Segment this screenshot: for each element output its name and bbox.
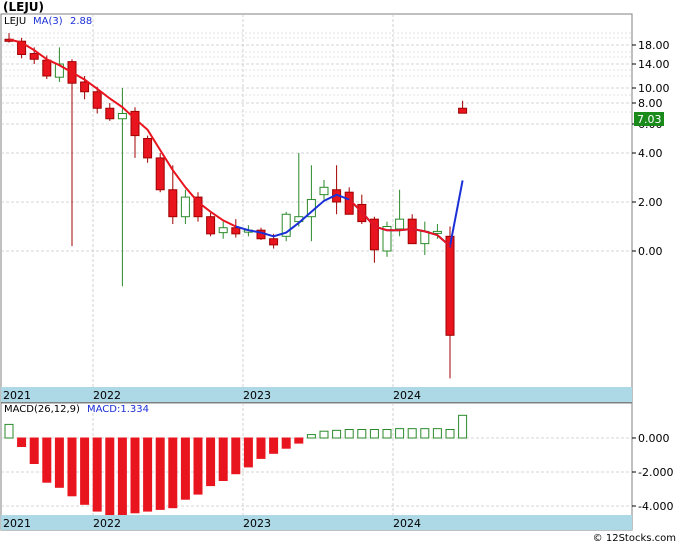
macd-legend-value: MACD:1.334 [87, 404, 149, 415]
macd-bar [231, 437, 241, 475]
macd-y-tick-label: 0.000 [638, 432, 670, 445]
macd-y-tick-label: -2.000 [638, 466, 673, 479]
price-y-tick-label: 4.00 [638, 147, 663, 160]
stock-chart-svg: 18.0014.0010.008.006.004.002.000.00 2021… [0, 13, 673, 531]
candlestick-series [4, 33, 468, 379]
candle-body [42, 59, 52, 77]
macd-bar [332, 429, 342, 439]
macd-bar [29, 437, 39, 464]
macd-bar [17, 437, 27, 447]
macd-bar [67, 437, 77, 497]
macd-bar [92, 437, 102, 512]
macd-bar [432, 428, 442, 439]
macd-histogram-series [4, 414, 468, 515]
macd-bar [143, 437, 153, 512]
macd-x-tick-label: 2021 [3, 517, 31, 530]
price-y-tick-label: 14.00 [638, 58, 670, 71]
candle-body [458, 107, 468, 114]
price-x-tick-label: 2022 [93, 389, 121, 402]
price-y-tick-label: 18.00 [638, 39, 670, 52]
macd-bar [344, 429, 354, 439]
candle-body [231, 227, 241, 235]
price-y-axis: 18.0014.0010.008.006.004.002.000.00 [632, 39, 670, 258]
price-x-tick-label: 2023 [243, 389, 271, 402]
price-x-tick-label: 2024 [393, 389, 421, 402]
page-title: (LEJU) [3, 0, 45, 14]
candle-body [407, 218, 417, 245]
macd-bar [382, 429, 392, 439]
last-price-marker: 7.03 [634, 112, 664, 126]
macd-bar [117, 437, 127, 515]
macd-bar [243, 437, 253, 468]
candle-body [80, 81, 90, 93]
macd-bar [155, 437, 165, 510]
price-x-tick-label: 2021 [3, 389, 31, 402]
macd-bar [395, 428, 405, 439]
candle-body [432, 230, 442, 234]
last-price-label: 7.03 [637, 113, 662, 126]
macd-bar [294, 437, 304, 444]
macd-bar [4, 423, 14, 439]
legend-ticker: LEJU [4, 16, 26, 27]
candle-body [155, 157, 165, 191]
candle-body [168, 189, 178, 218]
macd-bar [407, 428, 417, 439]
macd-bar [168, 437, 178, 509]
price-y-tick-label: 2.00 [638, 196, 663, 209]
macd-bar [256, 437, 266, 459]
candle-body [180, 196, 190, 218]
candle-body [319, 186, 329, 196]
macd-bar [357, 429, 367, 439]
legend-ma-value: 2.88 [70, 16, 92, 27]
macd-x-tick-label: 2023 [243, 517, 271, 530]
macd-y-axis: 0.000 -2.000 -4.000 [632, 432, 673, 513]
macd-bar [193, 437, 203, 495]
price-y-tick-label: 8.00 [638, 97, 663, 110]
macd-bar [206, 437, 216, 487]
macd-legend-label: MACD(26,12,9) [4, 404, 80, 415]
macd-bar [420, 428, 430, 439]
macd-bar [458, 414, 468, 439]
candle-body [143, 138, 153, 159]
macd-bar [80, 437, 90, 505]
chart-container: (LEJU) 18.0014.0010.008.006.004.002.000.… [0, 0, 680, 546]
macd-x-tick-label: 2022 [93, 517, 121, 530]
macd-bar [130, 437, 140, 514]
candle-body [105, 107, 115, 120]
candle-body [92, 91, 102, 109]
macd-bar [180, 437, 190, 500]
macd-bar [269, 437, 279, 454]
moving-average-series [8, 38, 464, 248]
price-y-tick-label: 10.00 [638, 82, 670, 95]
macd-bar [54, 437, 64, 488]
candle-body [395, 218, 405, 230]
macd-bar [42, 437, 52, 483]
macd-bar [306, 434, 316, 439]
candle-body [269, 238, 279, 246]
candle-body [117, 113, 127, 120]
candle-body [445, 235, 455, 336]
price-y-tick-label: 0.00 [638, 245, 663, 258]
macd-bar [105, 437, 115, 515]
candle-body [206, 216, 216, 235]
macd-bar [319, 430, 329, 439]
candle-body [218, 227, 228, 234]
macd-x-tick-label: 2024 [393, 517, 421, 530]
footer-copyright: © 12Stocks.com [592, 533, 676, 544]
macd-bar [369, 429, 379, 439]
macd-bar [445, 429, 455, 439]
price-gridlines [1, 14, 632, 387]
legend-ma-label: MA(3) [33, 16, 63, 27]
macd-bar [281, 437, 291, 449]
macd-y-tick-label: -4.000 [638, 500, 673, 513]
macd-bar [218, 437, 228, 481]
candle-body [29, 53, 39, 60]
